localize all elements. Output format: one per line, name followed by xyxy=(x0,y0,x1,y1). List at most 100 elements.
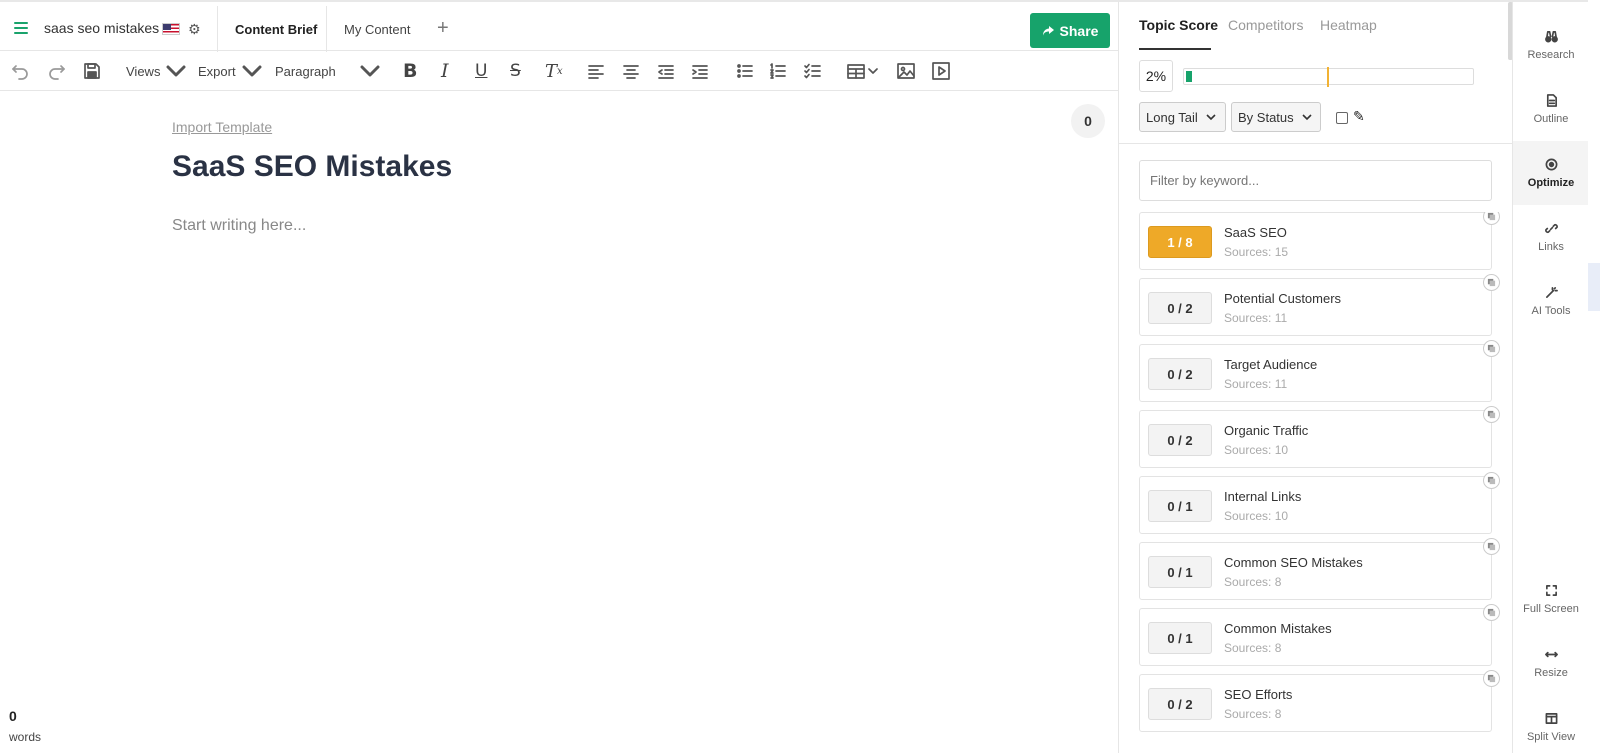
align-left-icon[interactable] xyxy=(586,60,606,82)
video-icon[interactable] xyxy=(931,60,951,82)
import-template-link[interactable]: Import Template xyxy=(172,119,272,135)
tab-my-content[interactable]: My Content xyxy=(344,22,410,37)
copy-icon[interactable] xyxy=(1483,212,1500,225)
rail-item-split-view[interactable]: Split View xyxy=(1513,695,1589,753)
topic-card[interactable]: 0 / 2 Organic Traffic Sources: 10 xyxy=(1139,406,1500,468)
editor-content[interactable]: Import Template 0 SaaS SEO Mistakes Star… xyxy=(0,92,1118,753)
panel-divider xyxy=(1119,143,1513,144)
share-button[interactable]: Share xyxy=(1030,13,1110,48)
link-icon xyxy=(1544,223,1558,233)
rail-item-links[interactable]: Links xyxy=(1513,205,1589,269)
undo-icon[interactable] xyxy=(10,60,30,82)
editor-placeholder[interactable]: Start writing here... xyxy=(172,217,306,235)
bullet-list-icon[interactable] xyxy=(735,60,755,82)
indent-icon[interactable] xyxy=(690,60,710,82)
rail-item-outline[interactable]: Outline xyxy=(1513,77,1589,141)
tab-topic-score[interactable]: Topic Score xyxy=(1139,17,1218,33)
clear-format-icon[interactable]: Tx xyxy=(545,60,563,82)
count-bubble[interactable]: 0 xyxy=(1071,104,1105,138)
copy-icon[interactable] xyxy=(1483,604,1500,621)
panel-tabs: Topic Score Competitors Heatmap xyxy=(1119,2,1513,50)
rail-label: Outline xyxy=(1533,112,1569,125)
topic-score-badge: 0 / 1 xyxy=(1148,622,1212,654)
copy-icon[interactable] xyxy=(1483,670,1500,687)
topic-name: Common SEO Mistakes xyxy=(1224,555,1363,570)
topic-card[interactable]: 0 / 1 Internal Links Sources: 10 xyxy=(1139,472,1500,534)
us-flag-icon[interactable] xyxy=(162,23,180,35)
highlight-checkbox[interactable] xyxy=(1336,112,1348,124)
bold-icon[interactable]: B xyxy=(403,60,417,82)
topic-list: 1 / 8 SaaS SEO Sources: 15 0 / 2 Potential C… xyxy=(1139,212,1509,753)
share-arrow-icon xyxy=(1042,25,1054,35)
long-tail-select[interactable]: Long Tail xyxy=(1139,102,1226,132)
paragraph-label: Paragraph xyxy=(275,63,336,79)
highlighter-pen-icon[interactable]: ✎ xyxy=(1353,108,1365,125)
rail-item-research[interactable]: Research xyxy=(1513,13,1589,77)
topic-score-badge: 0 / 2 xyxy=(1148,424,1212,456)
topic-sources: Sources: 10 xyxy=(1224,443,1289,457)
topic-name: Common Mistakes xyxy=(1224,621,1332,636)
active-tab-indicator xyxy=(1139,48,1211,50)
chevron-down-icon xyxy=(242,65,262,77)
status-select[interactable]: By Status xyxy=(1231,102,1321,132)
score-target-marker xyxy=(1327,67,1329,87)
rail-label: Full Screen xyxy=(1523,602,1579,615)
rail-item-full-screen[interactable]: Full Screen xyxy=(1513,567,1589,631)
keyword-filter-input[interactable] xyxy=(1139,160,1492,201)
topic-name: Potential Customers xyxy=(1224,291,1342,306)
copy-icon[interactable] xyxy=(1483,538,1500,555)
outdent-icon[interactable] xyxy=(656,60,676,82)
topic-name: SEO Efforts xyxy=(1224,687,1293,702)
rail-scroll-thumb[interactable] xyxy=(1588,263,1600,311)
topic-sources: Sources: 10 xyxy=(1224,509,1289,523)
rail-item-optimize[interactable]: Optimize xyxy=(1513,141,1589,205)
topic-score-badge: 0 / 2 xyxy=(1148,292,1212,324)
topic-score-badge: 1 / 8 xyxy=(1148,226,1212,258)
rail-label: Split View xyxy=(1526,730,1576,743)
topic-name: Organic Traffic xyxy=(1224,423,1309,438)
align-center-icon[interactable] xyxy=(621,60,641,82)
views-dropdown[interactable]: Views xyxy=(126,60,186,82)
binoculars-icon xyxy=(1544,30,1558,42)
paragraph-dropdown[interactable]: Paragraph xyxy=(275,60,380,82)
save-icon[interactable] xyxy=(82,60,102,82)
add-tab-icon[interactable]: + xyxy=(437,17,449,40)
copy-icon[interactable] xyxy=(1483,406,1500,423)
rail-item-resize[interactable]: Resize xyxy=(1513,631,1589,695)
topic-card[interactable]: 0 / 2 Target Audience Sources: 11 xyxy=(1139,340,1500,402)
tab-divider xyxy=(217,6,218,52)
topic-card[interactable]: 0 / 1 Common Mistakes Sources: 8 xyxy=(1139,604,1500,666)
page-title[interactable]: SaaS SEO Mistakes xyxy=(172,150,452,184)
topic-card[interactable]: 0 / 1 Common SEO Mistakes Sources: 8 xyxy=(1139,538,1500,600)
topic-score-badge: 0 / 1 xyxy=(1148,556,1212,588)
italic-icon[interactable]: I xyxy=(441,60,449,82)
hamburger-menu-icon[interactable] xyxy=(14,22,28,34)
topic-card[interactable]: 0 / 2 Potential Customers Sources: 11 xyxy=(1139,274,1500,336)
strikethrough-icon[interactable]: S xyxy=(510,60,521,82)
copy-icon[interactable] xyxy=(1483,274,1500,291)
topic-score-bar xyxy=(1183,67,1474,87)
numbered-list-icon[interactable] xyxy=(768,60,788,82)
chevron-down-icon xyxy=(868,68,878,74)
topic-card[interactable]: 0 / 2 SEO Efforts Sources: 8 xyxy=(1139,670,1500,732)
topic-card[interactable]: 1 / 8 SaaS SEO Sources: 15 xyxy=(1139,212,1500,270)
chevron-down-icon xyxy=(1302,114,1312,121)
checklist-icon[interactable] xyxy=(803,60,823,82)
rail-scroll-track xyxy=(1588,0,1600,753)
document-name[interactable]: saas seo mistakes xyxy=(44,20,159,36)
export-dropdown[interactable]: Export xyxy=(198,60,262,82)
long-tail-label: Long Tail xyxy=(1146,109,1198,125)
tab-heatmap[interactable]: Heatmap xyxy=(1320,17,1377,33)
tab-competitors[interactable]: Competitors xyxy=(1228,17,1303,33)
topic-name: Internal Links xyxy=(1224,489,1302,504)
underline-icon[interactable]: U xyxy=(475,60,487,82)
table-icon[interactable] xyxy=(846,60,878,82)
image-icon[interactable] xyxy=(896,60,916,82)
rail-item-ai-tools[interactable]: AI Tools xyxy=(1513,269,1589,333)
copy-icon[interactable] xyxy=(1483,340,1500,357)
redo-icon[interactable] xyxy=(47,60,67,82)
tab-content-brief[interactable]: Content Brief xyxy=(235,22,317,37)
copy-icon[interactable] xyxy=(1483,472,1500,489)
topic-sources: Sources: 11 xyxy=(1224,377,1288,391)
gear-icon[interactable]: ⚙ xyxy=(188,21,201,38)
